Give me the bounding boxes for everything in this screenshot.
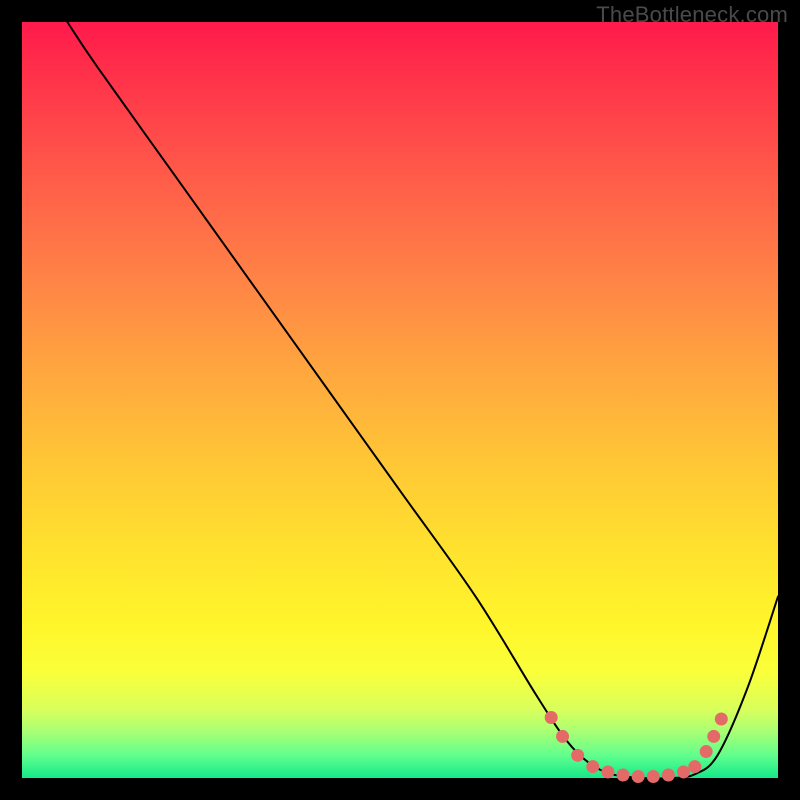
marker-dot <box>571 749 584 762</box>
marker-dot <box>632 770 645 783</box>
marker-dot <box>677 765 690 778</box>
marker-dot <box>586 760 599 773</box>
marker-dot <box>688 760 701 773</box>
marker-dot <box>707 730 720 743</box>
marker-dot <box>715 713 728 726</box>
attribution-text: TheBottleneck.com <box>596 2 788 28</box>
marker-dot <box>545 711 558 724</box>
marker-dot <box>700 745 713 758</box>
marker-dot <box>662 768 675 781</box>
marker-dot <box>556 730 569 743</box>
marker-dot <box>601 765 614 778</box>
marker-dot <box>617 768 630 781</box>
marker-dot <box>647 770 660 783</box>
plot-area <box>22 22 778 778</box>
curve-line <box>67 22 778 778</box>
chart-svg <box>22 22 778 778</box>
